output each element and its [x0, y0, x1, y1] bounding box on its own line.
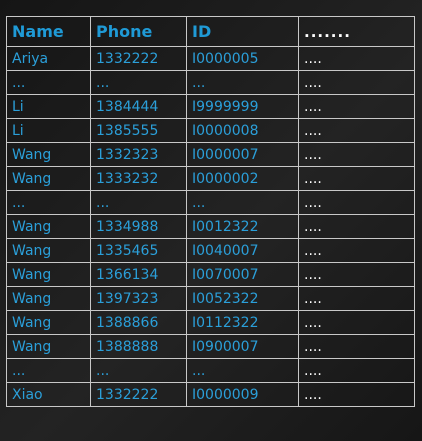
cell-phone: 1388866: [90, 310, 187, 335]
cell-id: I0112322: [186, 310, 299, 335]
cell-name: Wang: [6, 214, 91, 239]
cell-more: ....: [298, 334, 415, 359]
cell-more: ....: [298, 262, 415, 287]
cell-more: ....: [298, 70, 415, 95]
table-header-row: Name Phone ID .......: [6, 16, 415, 47]
cell-phone: ...: [90, 358, 187, 383]
cell-phone: 1385555: [90, 118, 187, 143]
table-row: Li 1385555 I0000008....: [6, 118, 415, 143]
cell-name: Ariya: [6, 46, 91, 71]
table-row: Wang 1335465 I0040007....: [6, 238, 415, 263]
cell-phone: 1335465: [90, 238, 187, 263]
column-header-phone: Phone: [90, 16, 187, 47]
table-row: Wang 1397323 I0052322....: [6, 286, 415, 311]
cell-name: Xiao: [6, 382, 91, 407]
cell-more: ....: [298, 214, 415, 239]
table-row: .............: [6, 190, 415, 215]
cell-phone: 1388888: [90, 334, 187, 359]
cell-phone: 1384444: [90, 94, 187, 119]
table-body: Ariya 1332222 I0000005................. Li 1…: [6, 46, 415, 407]
cell-phone: ...: [90, 190, 187, 215]
cell-id: I0000008: [186, 118, 299, 143]
cell-more: ....: [298, 46, 415, 71]
cell-phone: ...: [90, 70, 187, 95]
table-row: Wang 1388866 I0112322....: [6, 310, 415, 335]
cell-phone: 1397323: [90, 286, 187, 311]
table-row: Ariya 1332222 I0000005....: [6, 46, 415, 71]
cell-id: I0052322: [186, 286, 299, 311]
cell-more: ....: [298, 166, 415, 191]
table-row: Xiao 1332222 I0000009....: [6, 382, 415, 407]
cell-name: ...: [6, 70, 91, 95]
table-row: Wang 1334988 I0012322....: [6, 214, 415, 239]
cell-id: I9999999: [186, 94, 299, 119]
cell-phone: 1332323: [90, 142, 187, 167]
cell-more: ....: [298, 310, 415, 335]
cell-id: I0012322: [186, 214, 299, 239]
cell-id: I0000002: [186, 166, 299, 191]
cell-name: ...: [6, 358, 91, 383]
cell-more: ....: [298, 286, 415, 311]
cell-phone: 1332222: [90, 46, 187, 71]
cell-id: I0000009: [186, 382, 299, 407]
cell-id: I0000005: [186, 46, 299, 71]
table-row: Wang 1388888 I0900007....: [6, 334, 415, 359]
cell-id: ...: [186, 358, 299, 383]
cell-name: ...: [6, 190, 91, 215]
table-row: .............: [6, 358, 415, 383]
cell-name: Wang: [6, 310, 91, 335]
cell-id: I0900007: [186, 334, 299, 359]
cell-more: ....: [298, 382, 415, 407]
cell-more: ....: [298, 94, 415, 119]
cell-name: Wang: [6, 166, 91, 191]
cell-more: ....: [298, 238, 415, 263]
cell-id: I0040007: [186, 238, 299, 263]
cell-id: ...: [186, 70, 299, 95]
cell-name: Wang: [6, 238, 91, 263]
cell-name: Wang: [6, 334, 91, 359]
cell-id: ...: [186, 190, 299, 215]
column-header-name: Name: [6, 16, 91, 47]
cell-more: ....: [298, 142, 415, 167]
cell-id: I0000007: [186, 142, 299, 167]
cell-name: Li: [6, 118, 91, 143]
cell-name: Wang: [6, 286, 91, 311]
column-header-more: .......: [298, 16, 415, 47]
table-row: Wang 1332323 I0000007....: [6, 142, 415, 167]
cell-phone: 1333232: [90, 166, 187, 191]
column-header-id: ID: [186, 16, 299, 47]
cell-more: ....: [298, 190, 415, 215]
table-row: Wang 1366134 I0070007....: [6, 262, 415, 287]
table-row: Li 1384444 I9999999....: [6, 94, 415, 119]
cell-name: Wang: [6, 142, 91, 167]
cell-phone: 1332222: [90, 382, 187, 407]
table-row: Wang 1333232 I0000002....: [6, 166, 415, 191]
cell-more: ....: [298, 358, 415, 383]
table-row: .............: [6, 70, 415, 95]
cell-phone: 1334988: [90, 214, 187, 239]
cell-name: Li: [6, 94, 91, 119]
data-table-container: Name Phone ID ....... Ariya 1332222 I00000…: [6, 16, 415, 407]
cell-name: Wang: [6, 262, 91, 287]
cell-phone: 1366134: [90, 262, 187, 287]
data-table: Name Phone ID ....... Ariya 1332222 I00000…: [6, 16, 415, 407]
cell-id: I0070007: [186, 262, 299, 287]
cell-more: ....: [298, 118, 415, 143]
